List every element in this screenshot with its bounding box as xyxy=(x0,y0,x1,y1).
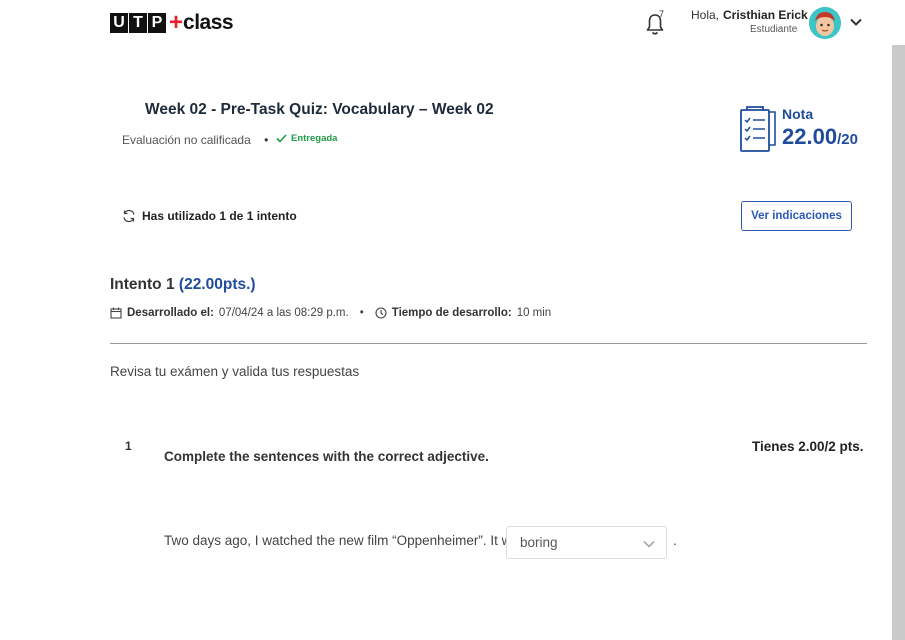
separator-dot: • xyxy=(359,307,364,319)
scrollbar[interactable] xyxy=(892,45,905,640)
developed-value: 07/04/24 a las 08:29 p.m. xyxy=(218,307,349,319)
utp-class-logo[interactable]: U T P + class xyxy=(110,9,234,36)
sentence-end: . xyxy=(673,533,677,548)
grade-value: 22.00/20 xyxy=(782,124,858,150)
divider xyxy=(110,343,867,344)
checkmark-icon xyxy=(276,134,287,143)
grade-max: /20 xyxy=(837,131,858,148)
calendar-icon xyxy=(110,307,122,319)
logo-class: class xyxy=(183,11,234,34)
attempts-info: Has utilizado 1 de 1 intento xyxy=(122,209,297,223)
question-number: 1 xyxy=(125,439,132,453)
logo-letter-u: U xyxy=(110,13,128,33)
answer-select[interactable]: boring xyxy=(506,526,667,559)
grade-label: Nota xyxy=(782,106,814,122)
logo-plus: + xyxy=(169,9,184,36)
notification-count: 7 xyxy=(659,9,665,19)
avatar-icon[interactable] xyxy=(809,7,841,39)
chevron-down-icon[interactable] xyxy=(849,15,863,29)
greeting-text: Hola, xyxy=(691,8,720,22)
developed-label: Desarrollado el: xyxy=(127,307,214,319)
attempt-meta: Desarrollado el: 07/04/24 a las 08:29 p.… xyxy=(110,307,551,319)
question-prompt: Complete the sentences with the correct … xyxy=(164,449,489,464)
attempt-points: (22.00pts.) xyxy=(178,276,256,293)
view-instructions-button[interactable]: Ver indicaciones xyxy=(741,201,852,231)
logo-letter-p: P xyxy=(148,13,166,33)
attempt-label: Intento 1 xyxy=(110,276,175,293)
review-instructions: Revisa tu exámen y valida tus respuestas xyxy=(110,364,360,379)
logo-letter-t: T xyxy=(129,13,147,33)
clock-icon xyxy=(375,307,387,319)
time-value: 10 min xyxy=(516,307,552,319)
chevron-down-icon xyxy=(643,540,655,548)
eval-note-text: Evaluación no calificada xyxy=(122,133,251,147)
attempts-text: Has utilizado 1 de 1 intento xyxy=(142,209,297,223)
question-score: Tienes 2.00/2 pts. xyxy=(752,439,864,454)
question-sentence: Two days ago, I watched the new film “Op… xyxy=(164,533,526,548)
clipboard-checklist-icon xyxy=(740,106,776,152)
separator-dot: • xyxy=(264,133,269,147)
refresh-icon xyxy=(123,209,135,223)
user-role: Estudiante xyxy=(750,24,798,35)
status-text: Entregada xyxy=(291,133,338,144)
selected-answer: boring xyxy=(520,535,558,550)
time-label: Tiempo de desarrollo: xyxy=(391,307,512,319)
status-badge: Entregada xyxy=(276,133,337,144)
user-name: Cristhian Erick xyxy=(723,8,808,22)
grade-score: 22.00 xyxy=(782,124,838,149)
evaluation-note: Evaluación no calificada • xyxy=(122,133,268,147)
quiz-title: Week 02 - Pre-Task Quiz: Vocabulary – We… xyxy=(145,101,494,118)
attempt-heading: Intento 1 (22.00pts.) xyxy=(110,276,256,294)
user-greeting: Hola, Cristhian Erick xyxy=(691,8,808,22)
